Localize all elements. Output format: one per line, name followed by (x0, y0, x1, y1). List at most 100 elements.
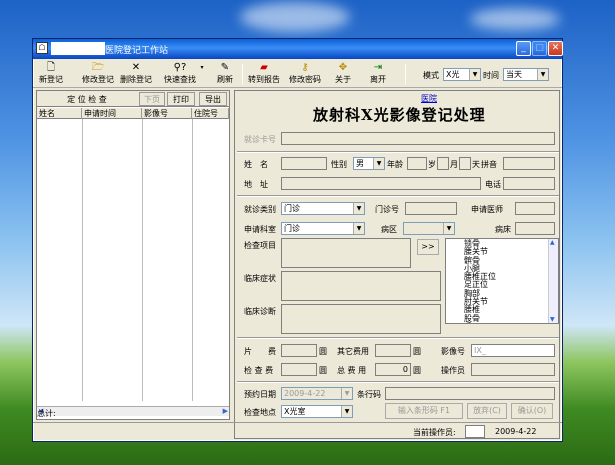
delete-register-label: 删除登记 (120, 75, 152, 84)
clinic-no-input[interactable] (405, 202, 457, 215)
current-operator-value (465, 425, 485, 438)
refresh-label: 刷新 (217, 75, 233, 84)
dept-select[interactable]: 门诊 ▼ (281, 222, 365, 235)
mode-select[interactable]: X光 ▼ (443, 68, 481, 81)
exam-place-label: 检查地点 (244, 408, 276, 417)
grid-line (142, 119, 143, 401)
exam-fee-input[interactable] (281, 363, 317, 376)
image-no-input[interactable]: IX_ (471, 344, 555, 357)
refresh-button[interactable]: ✎ 刷新 (213, 62, 237, 86)
new-register-button[interactable]: 🗋 新登记 (37, 62, 65, 86)
body-part-item[interactable]: 肘关节 (446, 297, 548, 306)
change-password-button[interactable]: ⚷ 修改密码 (288, 62, 322, 86)
time-select[interactable]: 当天 ▼ (503, 68, 549, 81)
ward-select[interactable]: ▼ (403, 222, 455, 235)
body-part-item[interactable]: 股骨 (446, 314, 548, 323)
bed-input[interactable] (515, 222, 555, 235)
yuan-unit: 圆 (319, 366, 327, 375)
toolbar: 🗋 新登记 🗁 修改登记 ✕ 删除登记 ⚲? 快速查找 ▾ ✎ 刷新 ▰ 转到报告 ⚷ 修改密… (33, 60, 562, 88)
chevron-down-icon: ▼ (353, 223, 364, 234)
chevron-down-icon: ▼ (443, 223, 454, 234)
col-inpatient-no[interactable]: 住院号 (192, 108, 229, 119)
age-day-input[interactable] (459, 157, 471, 170)
symptom-input[interactable] (281, 271, 441, 301)
body-part-item[interactable]: 髌骨 (446, 256, 548, 265)
cancel-button[interactable]: 放弃(C) (467, 403, 507, 419)
col-name[interactable]: 姓名 (37, 108, 82, 119)
name-input[interactable] (281, 157, 327, 170)
input-barcode-button[interactable]: 输入条形码 F1 (385, 403, 463, 419)
exit-button[interactable]: ⇥ 离开 (367, 62, 389, 86)
scroll-down-icon[interactable]: ▼ (550, 316, 555, 323)
chevron-down-icon: ▼ (469, 69, 480, 80)
hospital-link[interactable]: 医院 (421, 93, 437, 104)
new-doc-icon: 🗋 (46, 62, 56, 73)
chevron-down-icon: ▼ (341, 388, 352, 399)
other-fee-input[interactable] (375, 344, 411, 357)
next-page-button[interactable]: 下页 (139, 92, 165, 106)
edit-register-button[interactable]: 🗁 修改登记 (81, 62, 115, 86)
body-part-item[interactable]: 腰关节 (446, 247, 548, 256)
list-toolbar: 定 位 检 查 下页 打印 导出 (37, 91, 229, 107)
body-part-item[interactable]: 胸部 (446, 289, 548, 298)
print-button[interactable]: 打印 (167, 92, 195, 106)
exam-item-label: 检查项目 (244, 241, 276, 250)
phone-input[interactable] (503, 177, 555, 190)
appt-date-label: 预约日期 (244, 390, 276, 399)
close-button[interactable]: ✕ (548, 41, 563, 56)
visit-type-select[interactable]: 门诊 ▼ (281, 202, 365, 215)
body-part-item[interactable]: 腰椎正位 (446, 272, 548, 281)
body-part-item[interactable]: 腰椎 (446, 306, 548, 315)
chevron-down-icon: ▼ (341, 406, 352, 417)
more-exam-button[interactable]: >> (417, 239, 439, 255)
new-register-label: 新登记 (39, 75, 63, 84)
quick-search-dropdown[interactable]: ▾ (199, 62, 205, 86)
scroll-right-icon[interactable]: ▶ (223, 407, 228, 415)
list-scrollbar[interactable]: ▲ ▼ (548, 239, 558, 323)
about-button[interactable]: ✥ 关于 (332, 62, 354, 86)
body-part-list[interactable]: 锁骨腰关节髌骨小腿腰椎正位足正位胸部肘关节腰椎股骨手 ▲ ▼ (445, 238, 559, 324)
title-bar[interactable]: ☖ 医院登记工作站 _ □ ✕ (33, 39, 563, 59)
age-month-input[interactable] (437, 157, 449, 170)
yuan-unit: 圆 (413, 347, 421, 356)
name-label: 姓 名 (244, 160, 268, 169)
age-year-input[interactable] (407, 157, 427, 170)
appt-date-picker[interactable]: 2009-4-22 ▼ (281, 387, 353, 400)
exam-place-select[interactable]: X光室 ▼ (281, 405, 353, 418)
card-no-input[interactable] (281, 132, 555, 145)
dept-label: 申请科室 (244, 225, 276, 234)
maximize-button[interactable]: □ (532, 41, 547, 56)
body-part-item[interactable]: 小腿 (446, 264, 548, 273)
doctor-input[interactable] (515, 202, 555, 215)
horizontal-scrollbar[interactable]: ◀ ▶ (37, 406, 229, 416)
exam-item-input[interactable] (281, 238, 411, 268)
operator-input[interactable] (471, 363, 555, 376)
film-fee-input[interactable] (281, 344, 317, 357)
export-button[interactable]: 导出 (199, 92, 227, 106)
address-input[interactable] (281, 177, 481, 190)
exam-fee-label: 检 查 费 (244, 366, 274, 375)
body-part-item[interactable]: 足正位 (446, 281, 548, 290)
sex-select[interactable]: 男 ▼ (353, 157, 385, 170)
barcode-label: 条行码 (357, 390, 381, 399)
pinyin-input[interactable] (503, 157, 555, 170)
phone-label: 电话 (485, 180, 501, 189)
minimize-button[interactable]: _ (516, 41, 531, 56)
diagnosis-input[interactable] (281, 304, 441, 334)
chevron-down-icon: ▼ (537, 69, 548, 80)
mode-value: X光 (446, 70, 460, 79)
locate-exam-button[interactable]: 定 位 检 查 (39, 92, 135, 106)
confirm-button[interactable]: 确认(O) (511, 403, 553, 419)
body-part-item[interactable]: 锁骨 (446, 239, 548, 248)
col-apply-time[interactable]: 申请时间 (82, 108, 142, 119)
scroll-up-icon[interactable]: ▲ (550, 239, 555, 246)
clinic-no-label: 门诊号 (375, 205, 399, 214)
about-icon: ✥ (338, 62, 348, 73)
goto-report-button[interactable]: ▰ 转到报告 (247, 62, 281, 86)
time-value: 当天 (506, 70, 522, 79)
total-fee-input[interactable]: 0 (375, 363, 411, 376)
col-image-no[interactable]: 影像号 (142, 108, 192, 119)
quick-search-button[interactable]: ⚲? 快速查找 (161, 62, 199, 86)
barcode-input[interactable] (385, 387, 555, 400)
delete-register-button[interactable]: ✕ 删除登记 (119, 62, 153, 86)
